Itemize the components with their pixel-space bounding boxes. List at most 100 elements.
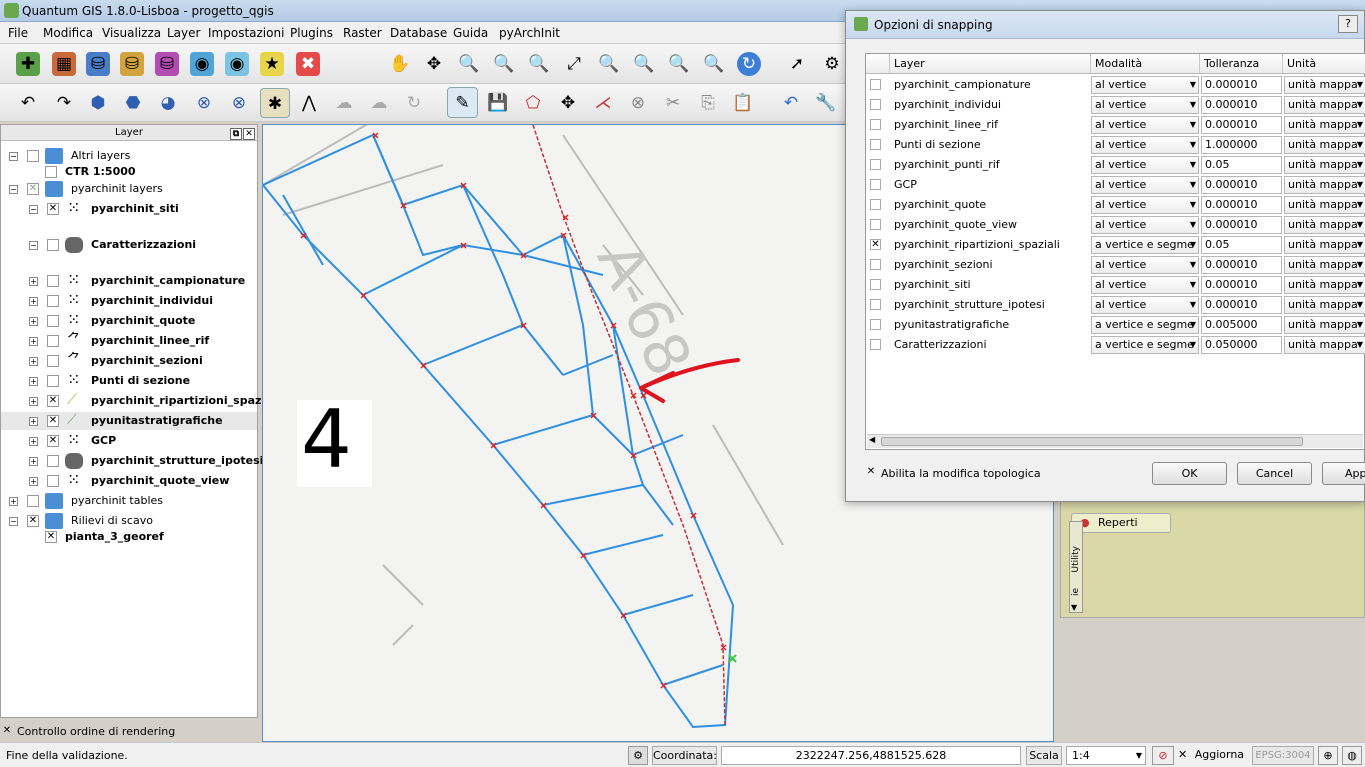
tree-item-quote-view[interactable]: + ⁙ pyarchinit_quote_view [1,472,257,490]
unit-select[interactable]: unità mappa ▼ [1284,96,1365,114]
snapping-row[interactable]: pyunitastratigrafiche a vertice e segme ▼ 0… [866,315,1365,335]
expand-icon[interactable]: + [29,297,38,306]
tree-item-campionature[interactable]: + ⁙ pyarchinit_campionature [1,272,257,290]
tree-item-strutture-ipotesi[interactable]: + pyarchinit_strutture_ipotesi [1,452,263,470]
cancel-button[interactable]: Cancel [1237,462,1312,485]
render-order-checkbox[interactable]: ✕ [1,726,13,738]
snapping-row-checkbox[interactable] [870,79,881,90]
snapping-mode-select[interactable]: al vertice ▼ [1091,176,1199,194]
render-toggle[interactable]: ✕ Aggiorna [1178,746,1248,765]
snapping-options-icon[interactable]: ✱ [260,88,290,118]
tolerance-input[interactable]: 0.000010 [1201,196,1282,214]
menu-plugins[interactable]: Plugins [290,26,333,40]
column-header-tolerance[interactable]: Tolleranza [1200,54,1283,74]
dock-tab-utility[interactable]: Utility [1071,546,1081,572]
tolerance-input[interactable]: 0.000010 [1201,76,1282,94]
tolerance-input[interactable]: 0.05 [1201,156,1282,174]
tree-item-ripartizioni[interactable]: + ✕ ⟋ pyarchinit_ripartizioni_spaziali [1,392,280,410]
snapping-mode-select[interactable]: al vertice ▼ [1091,216,1199,234]
toggle-editing-icon[interactable]: ✎ [447,87,478,118]
tree-item-punti-sezione[interactable]: + ⁙ Punti di sezione [1,372,257,390]
snapping-mode-select[interactable]: a vertice e segme ▼ [1091,316,1199,334]
add-raster-layer-icon[interactable]: ▦ [52,52,76,76]
zoom-next-icon[interactable]: 🔍 [702,52,726,76]
snapping-row[interactable]: ✕ pyarchinit_ripartizioni_spaziali a verti… [866,235,1365,255]
delete-part-icon[interactable]: ⊗ [227,91,251,115]
menu-file[interactable]: File [8,26,28,40]
layer-checkbox[interactable] [47,239,59,251]
undo-icon[interactable]: ↶ [16,91,40,115]
menu-modifica[interactable]: Modifica [43,26,93,40]
coordinate-value[interactable]: 2322247.256,4881525.628 [721,746,1021,765]
collapse-icon[interactable]: − [9,152,18,161]
snapping-row[interactable]: pyarchinit_quote al vertice ▼ 0.000010 unità… [866,195,1365,215]
add-part-icon[interactable]: ⬣ [121,91,145,115]
snapping-mode-select[interactable]: al vertice ▼ [1091,136,1199,154]
unit-select[interactable]: unità mappa ▼ [1284,136,1365,154]
add-mssql-layer-icon[interactable]: ⛁ [155,52,179,76]
tolerance-input[interactable]: 0.000010 [1201,176,1282,194]
menu-visualizza[interactable]: Visualizza [102,26,161,40]
zoom-actual-icon[interactable]: 🔍 [527,52,551,76]
expand-icon[interactable]: + [29,377,38,386]
tolerance-input[interactable]: 0.000010 [1201,296,1282,314]
add-wms-layer-icon[interactable]: ◉ [190,52,214,76]
fill-ring-icon[interactable]: ◕ [156,91,180,115]
pan-icon[interactable]: ✋ [388,52,412,76]
snapping-row-checkbox[interactable] [870,179,881,190]
reperti-button[interactable]: ● Reperti [1071,513,1171,533]
tolerance-input[interactable]: 0.000010 [1201,96,1282,114]
dialog-help-button[interactable]: ? [1338,15,1358,33]
rotate-icon[interactable]: ↻ [402,91,426,115]
tree-item-pyarchinit-tables[interactable]: + pyarchinit tables [1,492,257,510]
node-tool-icon[interactable]: ⋌ [591,91,615,115]
snapping-mode-select[interactable]: al vertice ▼ [1091,276,1199,294]
layer-checkbox[interactable] [47,355,59,367]
expand-icon[interactable]: + [29,437,38,446]
snapping-row[interactable]: pyarchinit_sezioni al vertice ▼ 0.000010 uni… [866,255,1365,275]
unit-select[interactable]: unità mappa ▼ [1284,76,1365,94]
tolerance-input[interactable]: 0.000010 [1201,256,1282,274]
snapping-row-checkbox[interactable] [870,139,881,150]
collapse-icon[interactable]: − [9,517,18,526]
menu-raster[interactable]: Raster [343,26,382,40]
expand-icon[interactable]: + [29,317,38,326]
layer-checkbox[interactable]: ✕ [47,395,59,407]
scroll-left-icon[interactable]: ◀ [869,435,875,444]
float-panel-icon[interactable]: ⧉ [230,128,242,140]
expand-icon[interactable]: + [29,357,38,366]
messages-icon[interactable]: ◍ [1342,746,1362,765]
close-panel-icon[interactable]: ✕ [243,128,255,140]
unit-select[interactable]: unità mappa ▼ [1284,296,1365,314]
settings-icon[interactable]: ⚙ [820,52,844,76]
coordinate-toggle-icon[interactable]: ⚙ [628,746,648,765]
tolerance-input[interactable]: 0.000010 [1201,276,1282,294]
unit-select[interactable]: unità mappa ▼ [1284,196,1365,214]
reshape-icon[interactable]: ☁ [332,91,356,115]
scale-combo[interactable]: 1:4 ▼ [1066,746,1146,765]
layer-checkbox[interactable] [45,166,57,178]
expand-icon[interactable]: + [29,277,38,286]
snapping-mode-select[interactable]: a vertice e segme ▼ [1091,236,1199,254]
save-edits-icon[interactable]: 💾 [486,91,510,115]
topological-editing-checkbox[interactable]: ✕ [865,467,877,479]
tree-item-sezioni[interactable]: + ⺈ pyarchinit_sezioni [1,352,257,370]
column-header-unit[interactable]: Unità [1283,54,1365,74]
tolerance-input[interactable]: 0.000010 [1201,216,1282,234]
snapping-row-checkbox[interactable] [870,159,881,170]
layer-checkbox[interactable] [27,495,39,507]
expand-icon[interactable]: + [29,397,38,406]
layer-checkbox[interactable]: ✕ [27,515,39,527]
add-ring-icon[interactable]: ⬢ [86,91,110,115]
dock-scroll-down-icon[interactable]: ▼ [1071,603,1077,612]
expand-icon[interactable]: + [29,457,38,466]
snapping-mode-select[interactable]: al vertice ▼ [1091,256,1199,274]
pan-to-selection-icon[interactable]: ✥ [422,52,446,76]
snapping-row[interactable]: Punti di sezione al vertice ▼ 1.000000 unità… [866,135,1365,155]
stop-render-icon[interactable]: ⊘ [1152,746,1174,765]
zoom-selection-icon[interactable]: 🔍 [597,52,621,76]
layer-checkbox[interactable]: ✕ [45,531,57,543]
tolerance-input[interactable]: 0.05 [1201,236,1282,254]
collapse-icon[interactable]: − [9,185,18,194]
tolerance-input[interactable]: 1.000000 [1201,136,1282,154]
